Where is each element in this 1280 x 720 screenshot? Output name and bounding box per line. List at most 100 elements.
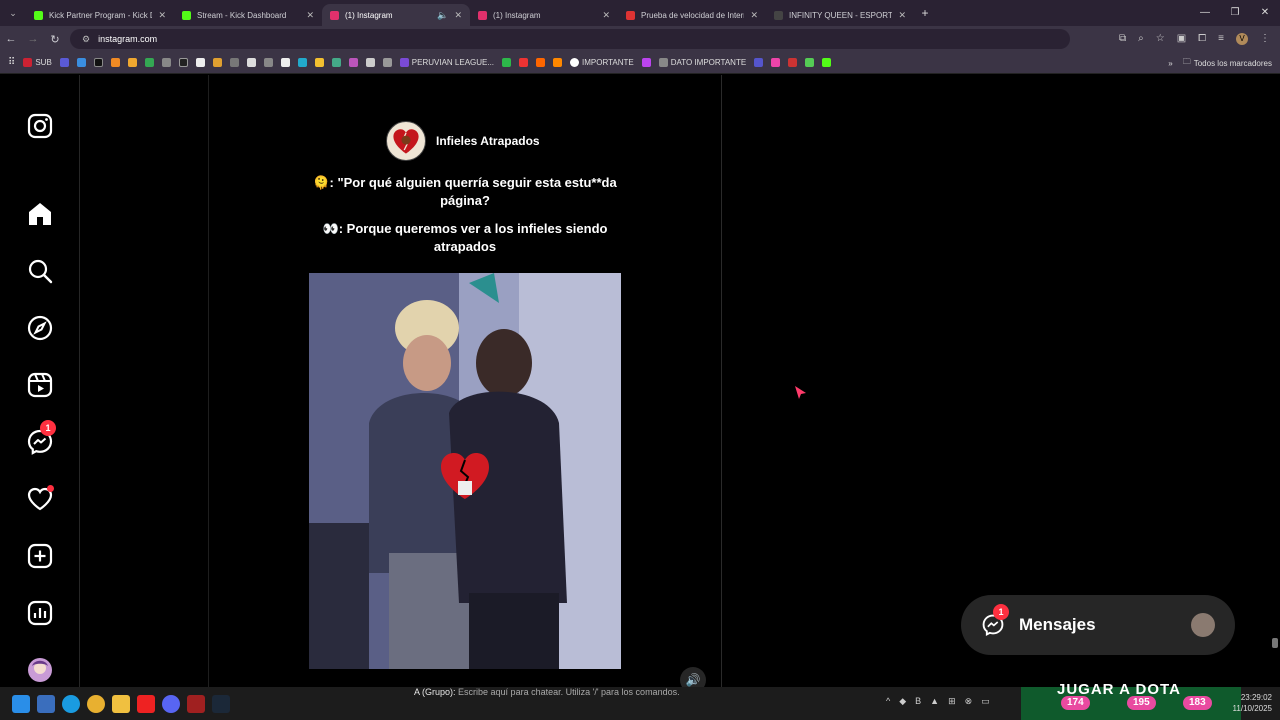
instagram-logo-icon[interactable] <box>26 112 54 140</box>
bookmark-icon[interactable] <box>382 58 392 67</box>
bookmark-icon[interactable] <box>348 58 358 67</box>
discord-icon[interactable] <box>162 694 180 713</box>
file-explorer-icon[interactable] <box>112 694 130 713</box>
notifications-heart-icon[interactable] <box>26 485 54 513</box>
account-avatar[interactable] <box>386 121 426 161</box>
messages-floating-button[interactable]: 1 Mensajes <box>961 595 1235 655</box>
apps-grid-icon[interactable]: ⠿ <box>8 57 15 68</box>
all-bookmarks-folder[interactable]: 🗀 Todos los marcadores <box>1183 56 1272 70</box>
bookmark-icon[interactable] <box>754 58 764 67</box>
browser-tab[interactable]: (1) Instagram 🔈 ✕ <box>322 4 470 26</box>
bookmark-icon[interactable] <box>365 58 375 67</box>
tray-chevron-icon[interactable]: ^ <box>886 696 890 707</box>
tray-icon[interactable]: B <box>915 696 921 707</box>
bookmark-icon[interactable] <box>178 58 188 67</box>
post-video[interactable] <box>309 273 621 669</box>
bookmark-icon[interactable] <box>93 58 103 67</box>
tab-search-chevron-icon[interactable]: ⌄ <box>0 8 26 19</box>
bookmark-icon[interactable] <box>76 58 86 67</box>
bookmark-icon[interactable] <box>144 58 154 67</box>
bookmark-icon[interactable] <box>502 58 512 67</box>
dota-icon[interactable] <box>187 694 205 713</box>
browser-tab[interactable]: Stream - Kick Dashboard ✕ <box>174 4 322 26</box>
tray-icon[interactable]: ◆ <box>899 696 906 707</box>
steam-icon[interactable] <box>212 694 230 713</box>
tray-icon[interactable]: ⊞ <box>948 696 956 707</box>
zoom-icon[interactable]: ⌕ <box>1138 33 1144 45</box>
bookmark-icon[interactable] <box>822 58 832 67</box>
bookmark-icon[interactable] <box>229 58 239 67</box>
bookmark-dato-importante[interactable]: DATO IMPORTANTE <box>658 58 746 67</box>
install-app-icon[interactable]: ⧉ <box>1119 33 1126 45</box>
edge-icon[interactable] <box>62 694 80 713</box>
browser-tab[interactable]: Kick Partner Program - Kick Dashboard ✕ <box>26 4 174 26</box>
profile-avatar-icon[interactable] <box>26 656 54 684</box>
bookmark-icon[interactable] <box>788 58 798 67</box>
browser-tab[interactable]: Prueba de velocidad de Internet ✕ <box>618 4 766 26</box>
tab-close-icon[interactable]: ✕ <box>454 10 462 21</box>
bookmark-icon[interactable] <box>263 58 273 67</box>
messenger-icon[interactable]: 1 <box>26 420 56 456</box>
bookmark-icon[interactable] <box>519 58 529 67</box>
bookmark-icon[interactable] <box>212 58 222 67</box>
system-clock[interactable]: 23:29:02 11/10/2025 <box>1233 692 1272 714</box>
bookmark-icon[interactable] <box>641 58 651 67</box>
reload-button[interactable]: ↻ <box>44 33 66 46</box>
tray-icon[interactable]: ⊗ <box>965 696 973 707</box>
bookmark-icon[interactable] <box>127 58 137 67</box>
bookmark-icon[interactable] <box>161 58 171 67</box>
browser-menu-icon[interactable]: ⋮ <box>1260 33 1270 45</box>
minimize-icon[interactable]: — <box>1190 0 1220 26</box>
bookmark-icon[interactable] <box>195 58 205 67</box>
url-bar[interactable]: ⚙ instagram.com <box>70 29 1070 49</box>
bookmark-icon[interactable] <box>297 58 307 67</box>
back-button[interactable]: ← <box>0 33 22 45</box>
browser-tab[interactable]: INFINITY QUEEN - ESPORTS FEMENINO ✕ <box>766 4 914 26</box>
tab-close-icon[interactable]: ✕ <box>898 10 906 21</box>
windows-start-icon[interactable] <box>12 694 30 713</box>
extensions-puzzle-icon[interactable]: ⧠ <box>1198 33 1206 45</box>
bookmark-star-icon[interactable]: ☆ <box>1156 33 1165 45</box>
bookmark-sub[interactable]: SUB <box>23 58 52 67</box>
tab-close-icon[interactable]: ✕ <box>750 10 758 21</box>
bookmark-importante[interactable]: IMPORTANTE <box>570 58 634 67</box>
site-info-icon[interactable]: ⚙ <box>82 34 90 45</box>
bookmark-icon[interactable] <box>246 58 256 67</box>
reels-icon[interactable] <box>26 371 54 399</box>
game-chat-line[interactable]: A (Grupo): Escribe aquí para chatear. Ut… <box>414 687 680 701</box>
explore-compass-icon[interactable] <box>26 314 54 342</box>
dashboard-insights-icon[interactable] <box>26 599 54 627</box>
bookmark-icon[interactable] <box>536 58 546 67</box>
tab-close-icon[interactable]: ✕ <box>602 10 610 21</box>
tray-icon[interactable]: ▲ <box>930 696 939 707</box>
account-name[interactable]: Infieles Atrapados <box>436 134 540 148</box>
bookmark-icon[interactable] <box>280 58 290 67</box>
bookmark-icon[interactable] <box>110 58 120 67</box>
search-icon[interactable] <box>26 257 54 285</box>
bookmark-icon[interactable] <box>805 58 815 67</box>
app-icon[interactable] <box>37 694 55 713</box>
youtube-icon[interactable] <box>137 694 155 713</box>
new-tab-button[interactable]: + <box>914 6 936 20</box>
restore-icon[interactable]: ❐ <box>1220 0 1250 26</box>
home-icon[interactable] <box>26 200 54 228</box>
scrollbar-thumb[interactable] <box>1272 638 1278 648</box>
bookmark-peruvian-league[interactable]: PERUVIAN LEAGUE... <box>399 58 494 67</box>
tab-audio-icon[interactable]: 🔈 <box>437 10 448 21</box>
bookmark-icon[interactable] <box>771 58 781 67</box>
bookmark-icon[interactable] <box>314 58 324 67</box>
create-plus-icon[interactable] <box>26 542 54 570</box>
extension-icon[interactable]: ▣ <box>1177 33 1186 45</box>
bookmark-icon[interactable] <box>553 58 563 67</box>
close-window-icon[interactable]: ✕ <box>1250 0 1280 26</box>
bookmark-icon[interactable] <box>331 58 341 67</box>
chrome-icon[interactable] <box>87 694 105 713</box>
media-control-icon[interactable]: ≡ <box>1218 33 1224 45</box>
bookmark-icon[interactable] <box>59 58 69 67</box>
tab-close-icon[interactable]: ✕ <box>306 10 314 21</box>
profile-avatar[interactable]: V <box>1236 33 1248 45</box>
forward-button[interactable]: → <box>22 33 44 45</box>
tray-icon[interactable]: ▭ <box>981 696 990 707</box>
bookmarks-overflow-icon[interactable]: » <box>1168 59 1172 68</box>
tab-close-icon[interactable]: ✕ <box>158 10 166 21</box>
